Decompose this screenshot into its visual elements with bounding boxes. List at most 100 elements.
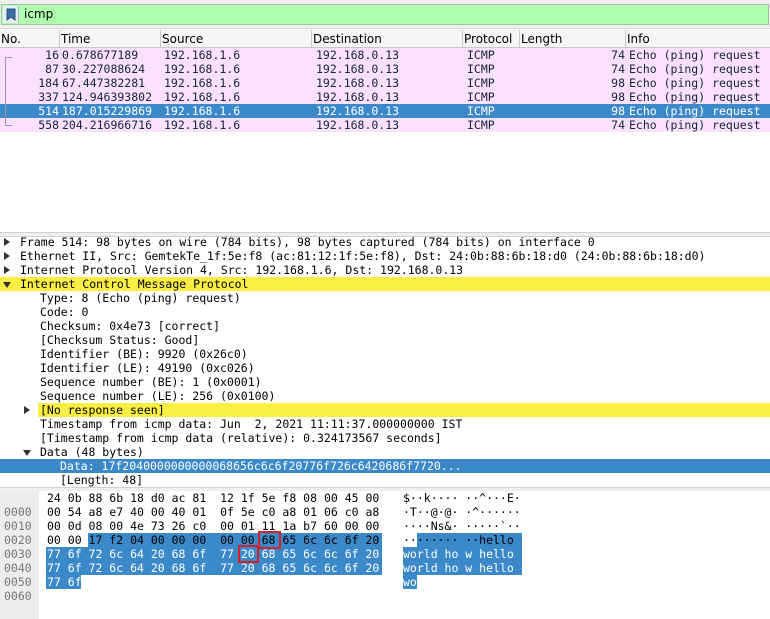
packet-no: 514 <box>38 104 59 118</box>
detail-identifier-be[interactable]: Identifier (BE): 9920 (0x26c0) <box>0 347 770 361</box>
packet-destination: 192.168.0.13 <box>316 118 400 132</box>
byte-ascii: world ho w hello <box>403 561 521 575</box>
detail-sequence-be[interactable]: Sequence number (BE): 1 (0x0001) <box>0 375 770 389</box>
packet-source: 192.168.1.6 <box>164 90 241 104</box>
detail-checksum-status[interactable]: [Checksum Status: Good] <box>0 333 770 347</box>
expand-arrow-icon[interactable] <box>24 406 30 414</box>
display-filter-toolbar: icmp <box>0 0 770 29</box>
packet-source: 192.168.1.6 <box>164 48 241 62</box>
packet-list[interactable]: No. Time Source Destination Protocol Len… <box>0 30 770 232</box>
packet-destination: 192.168.0.13 <box>316 90 400 104</box>
packet-length: 74 <box>611 62 625 76</box>
packet-bytes-pane[interactable]: 0000 24 0b 88 6b 18 d0 ac 81 12 1f 5e f8… <box>0 491 770 619</box>
detail-no-response[interactable]: [No response seen] <box>0 403 770 417</box>
byte-row[interactable]: 0060 77 6f wo <box>0 575 770 603</box>
byte-row[interactable]: 0030 00 00 17 f2 04 00 00 00 00 00 68 65… <box>0 533 770 561</box>
packet-destination: 192.168.0.13 <box>316 48 400 62</box>
byte-ascii: ····Ns&· ·····`·· <box>403 519 521 533</box>
expand-arrow-icon[interactable] <box>4 252 10 260</box>
detail-sequence-le[interactable]: Sequence number (LE): 256 (0x0100) <box>0 389 770 403</box>
packet-row[interactable]: 337 124.946393802 192.168.1.6 192.168.0.… <box>0 90 770 104</box>
byte-row[interactable]: 0040 77 6f 72 6c 64 20 68 6f 77 20 68 65… <box>0 547 770 575</box>
packet-info: Echo (ping) request <box>629 90 761 104</box>
filter-text: icmp <box>24 7 54 21</box>
packet-length: 74 <box>611 48 625 62</box>
expand-arrow-icon[interactable] <box>4 238 10 246</box>
detail-data-length[interactable]: [Length: 48] <box>0 473 770 487</box>
packet-length: 98 <box>611 76 625 90</box>
packet-no: 16 <box>45 48 59 62</box>
conversation-tree-line <box>5 57 12 125</box>
detail-icmp[interactable]: Internet Control Message Protocol <box>0 277 770 291</box>
collapse-arrow-icon[interactable] <box>3 282 11 288</box>
column-header-no[interactable]: No. <box>0 30 60 48</box>
packet-source: 192.168.1.6 <box>164 104 241 118</box>
packet-row[interactable]: 87 30.227088624 192.168.1.6 192.168.0.13… <box>0 62 770 76</box>
detail-frame[interactable]: Frame 514: 98 bytes on wire (784 bits), … <box>0 235 770 249</box>
packet-time: 124.946393802 <box>62 90 153 104</box>
collapse-arrow-icon[interactable] <box>23 450 31 456</box>
packet-time: 204.216966716 <box>62 118 153 132</box>
packet-time: 0.678677189 <box>62 48 139 62</box>
packet-source: 192.168.1.6 <box>164 62 241 76</box>
packet-no: 558 <box>38 118 59 132</box>
packet-no: 337 <box>38 90 59 104</box>
packet-protocol: ICMP <box>467 48 495 62</box>
packet-info: Echo (ping) request <box>629 76 761 90</box>
byte-hex: 00 54 a8 e7 40 00 40 01 0f 5e c0 a8 01 0… <box>47 505 380 519</box>
packet-destination: 192.168.0.13 <box>316 76 400 90</box>
column-header-protocol[interactable]: Protocol <box>463 30 520 48</box>
detail-icmp-type[interactable]: Type: 8 (Echo (ping) request) <box>0 291 770 305</box>
packet-info: Echo (ping) request <box>629 104 761 118</box>
packet-row[interactable]: 184 67.447382281 192.168.1.6 192.168.0.1… <box>0 76 770 90</box>
packet-details-pane[interactable]: Frame 514: 98 bytes on wire (784 bits), … <box>0 235 770 487</box>
packet-info: Echo (ping) request <box>629 62 761 76</box>
byte-hex: 77 6f 72 6c 64 20 68 6f 77 20 68 65 6c 6… <box>47 547 380 561</box>
detail-identifier-le[interactable]: Identifier (LE): 49190 (0xc026) <box>0 361 770 375</box>
column-header-time[interactable]: Time <box>60 30 161 48</box>
packet-length: 98 <box>611 90 625 104</box>
detail-data[interactable]: Data (48 bytes) <box>0 445 770 459</box>
byte-row[interactable]: 0010 00 54 a8 e7 40 00 40 01 0f 5e c0 a8… <box>0 505 770 533</box>
display-filter-input[interactable]: icmp <box>1 4 769 25</box>
detail-ipv4[interactable]: Internet Protocol Version 4, Src: 192.16… <box>0 263 770 277</box>
packet-time: 30.227088624 <box>62 62 146 76</box>
detail-icmp-code[interactable]: Code: 0 <box>0 305 770 319</box>
byte-hex: 77 6f <box>47 575 82 589</box>
packet-time: 187.015229869 <box>62 104 153 118</box>
packet-info: Echo (ping) request <box>629 118 761 132</box>
byte-row[interactable]: 0050 77 6f 72 6c 64 20 68 6f 77 20 68 65… <box>0 561 770 589</box>
byte-hex: 00 0d 08 00 4e 73 26 c0 00 01 11 1a b7 6… <box>47 519 380 533</box>
detail-timestamp-relative[interactable]: [Timestamp from icmp data (relative): 0.… <box>0 431 770 445</box>
bookmark-icon[interactable] <box>3 6 19 23</box>
detail-data-value-selected[interactable]: Data: 17f2040000000000068656c6c6f20776f7… <box>0 459 770 473</box>
column-header-source[interactable]: Source <box>161 30 312 48</box>
detail-icmp-checksum[interactable]: Checksum: 0x4e73 [correct] <box>0 319 770 333</box>
column-header-length[interactable]: Length <box>520 30 626 48</box>
byte-ascii: $··k···· ··^···E· <box>403 491 521 505</box>
packet-protocol: ICMP <box>467 104 495 118</box>
byte-row[interactable]: 0000 24 0b 88 6b 18 d0 ac 81 12 1f 5e f8… <box>0 491 770 519</box>
packet-destination: 192.168.0.13 <box>316 104 400 118</box>
packet-row[interactable]: 16 0.678677189 192.168.1.6 192.168.0.13 … <box>0 48 770 62</box>
packet-protocol: ICMP <box>467 90 495 104</box>
packet-row-selected[interactable]: 514 187.015229869 192.168.1.6 192.168.0.… <box>0 104 770 118</box>
byte-hex: 24 0b 88 6b 18 d0 ac 81 12 1f 5e f8 08 0… <box>47 491 380 505</box>
packet-source: 192.168.1.6 <box>164 76 241 90</box>
column-header-info[interactable]: Info <box>626 30 770 48</box>
byte-ascii: ········ ··hello <box>403 533 521 547</box>
annotation-box <box>238 545 259 563</box>
packet-length: 74 <box>611 118 625 132</box>
detail-ethernet[interactable]: Ethernet II, Src: GemtekTe_1f:5e:f8 (ac:… <box>0 249 770 263</box>
byte-row[interactable]: 0020 00 0d 08 00 4e 73 26 c0 00 01 11 1a… <box>0 519 770 547</box>
packet-source: 192.168.1.6 <box>164 118 241 132</box>
byte-hex: 00 00 17 f2 04 00 00 00 00 00 68 65 6c 6… <box>47 533 380 547</box>
conversation-tree-start <box>5 57 12 58</box>
expand-arrow-icon[interactable] <box>4 266 10 274</box>
annotation-box <box>258 531 281 549</box>
detail-timestamp[interactable]: Timestamp from icmp data: Jun 2, 2021 11… <box>0 417 770 431</box>
packet-time: 67.447382281 <box>62 76 146 90</box>
column-header-destination[interactable]: Destination <box>312 30 463 48</box>
packet-no: 184 <box>38 76 59 90</box>
packet-row[interactable]: 558 204.216966716 192.168.1.6 192.168.0.… <box>0 118 770 132</box>
